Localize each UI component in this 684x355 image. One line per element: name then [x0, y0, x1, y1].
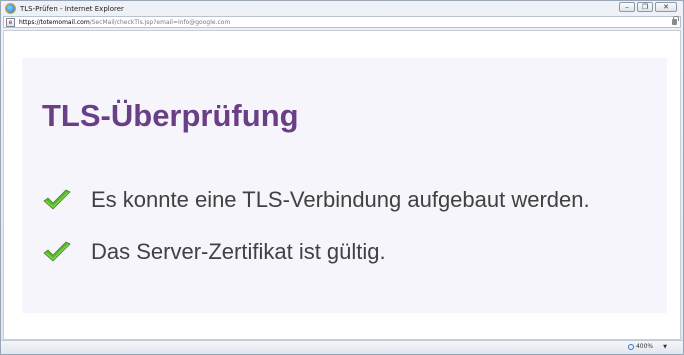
result-item: Es konnte eine TLS-Verbindung aufgebaut …: [42, 184, 590, 216]
url-host: https://totemomail.com: [19, 18, 90, 26]
address-bar[interactable]: e https://totemomail.com/SecMail/checkTl…: [3, 16, 681, 28]
url-text[interactable]: https://totemomail.com/SecMail/checkTls.…: [19, 19, 230, 26]
window-title: TLS-Prüfen - Internet Explorer: [20, 4, 124, 13]
minimize-button[interactable]: –: [619, 2, 635, 12]
url-path: /SecMail/checkTls.jsp?email=info@google.…: [89, 18, 231, 26]
check-icon: [43, 189, 71, 210]
chevron-down-icon[interactable]: ▼: [663, 344, 667, 350]
result-item: Das Server-Zertifikat ist gültig.: [42, 236, 386, 268]
restore-button[interactable]: ❐: [637, 2, 653, 12]
result-text: Es konnte eine TLS-Verbindung aufgebaut …: [91, 187, 590, 212]
zoom-level: 400%: [635, 343, 654, 350]
check-icon: [43, 241, 71, 262]
lock-icon[interactable]: [672, 16, 679, 25]
page-icon: e: [6, 17, 15, 27]
internet-explorer-icon: [5, 3, 16, 14]
zoom-control[interactable]: 400% ▼: [627, 343, 667, 350]
close-button[interactable]: ✕: [655, 2, 677, 12]
result-text: Das Server-Zertifikat ist gültig.: [91, 239, 386, 264]
browser-window: TLS-Prüfen - Internet Explorer – ❐ ✕ e h…: [0, 0, 684, 355]
zoom-icon: [627, 343, 634, 350]
page-title: TLS-Überprüfung: [42, 98, 299, 133]
page-viewport: TLS-Überprüfung Es konnte eine TLS-Verbi…: [3, 30, 681, 340]
result-panel: TLS-Überprüfung Es konnte eine TLS-Verbi…: [22, 58, 667, 313]
status-bar: 400% ▼: [1, 340, 683, 354]
title-bar: TLS-Prüfen - Internet Explorer – ❐ ✕: [1, 1, 683, 16]
window-controls: – ❐ ✕: [619, 2, 677, 12]
